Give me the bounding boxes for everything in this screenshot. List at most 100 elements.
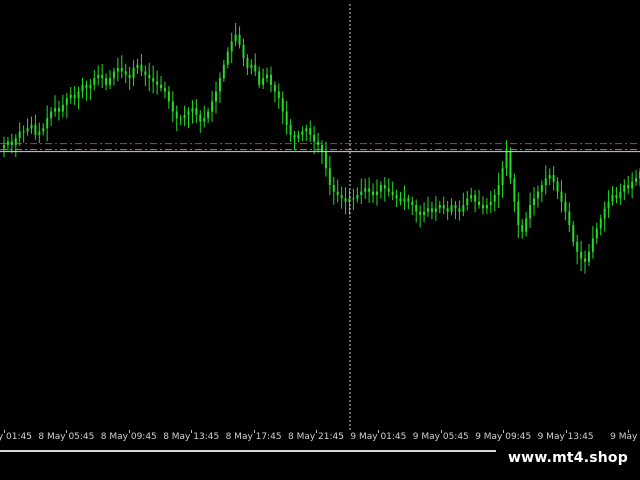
candle-body xyxy=(619,191,622,199)
candle-body xyxy=(246,58,249,69)
candle-body xyxy=(407,198,410,202)
candle-body xyxy=(266,74,269,79)
candle-body xyxy=(309,128,312,135)
candle xyxy=(305,124,308,141)
candle-body xyxy=(222,64,225,79)
candle-body xyxy=(203,118,206,122)
candle-body xyxy=(375,191,378,196)
candle-body xyxy=(124,71,127,75)
candle xyxy=(226,47,229,69)
candle xyxy=(627,175,630,194)
candle-body xyxy=(344,198,347,202)
candle-body xyxy=(552,174,555,182)
candle-body xyxy=(560,191,563,202)
candle xyxy=(352,188,355,211)
candle-body xyxy=(372,191,375,196)
candle xyxy=(591,226,594,259)
candle-body xyxy=(607,201,610,209)
candle-body xyxy=(305,128,308,132)
candle-body xyxy=(313,134,316,142)
candle xyxy=(50,106,53,126)
candle xyxy=(584,250,587,274)
candle-body xyxy=(152,78,155,82)
candle xyxy=(611,186,614,206)
candle xyxy=(199,110,202,133)
time-axis-label: 8 May 09:45 xyxy=(100,432,157,442)
candle xyxy=(156,70,159,95)
candle xyxy=(548,168,551,186)
candle xyxy=(529,192,532,228)
candle-body xyxy=(183,114,186,119)
candle xyxy=(427,196,429,217)
candle-body xyxy=(576,241,579,252)
candle xyxy=(556,177,559,199)
candle-body xyxy=(57,108,60,112)
candle-body xyxy=(179,118,182,120)
candle-body xyxy=(38,131,41,135)
price-chart[interactable] xyxy=(0,0,640,430)
candle xyxy=(615,187,618,204)
candle xyxy=(191,100,194,124)
candle xyxy=(144,65,147,86)
candle xyxy=(167,85,170,109)
candlestick-chart[interactable] xyxy=(0,0,640,430)
candle-body xyxy=(171,101,174,112)
candle-body xyxy=(242,44,245,59)
candle-body xyxy=(14,138,17,145)
candle-body xyxy=(434,208,437,212)
candle xyxy=(171,91,174,123)
candle-body xyxy=(293,134,296,139)
candle-body xyxy=(281,98,284,112)
candle-body xyxy=(427,208,429,212)
candle-body xyxy=(136,64,139,69)
candle xyxy=(46,105,49,142)
candle xyxy=(112,67,115,86)
candle xyxy=(372,183,375,203)
candle-body xyxy=(485,205,488,209)
candle xyxy=(97,65,100,86)
candle xyxy=(234,22,237,47)
candle-body xyxy=(324,151,327,169)
candle-body xyxy=(61,104,64,112)
candle xyxy=(65,93,68,119)
candle-body xyxy=(254,64,257,72)
time-axis-label: 9 May 01:45 xyxy=(350,432,407,442)
candle xyxy=(454,201,457,220)
candle-body xyxy=(109,78,111,85)
candle-body xyxy=(163,88,166,92)
candle xyxy=(493,189,496,212)
time-axis-label: 8 May 17:45 xyxy=(225,432,282,442)
candle xyxy=(30,116,33,134)
candle xyxy=(375,179,378,206)
candle xyxy=(501,161,504,198)
candle xyxy=(218,72,221,104)
candle-body xyxy=(544,178,547,185)
candle xyxy=(101,63,104,89)
candle-body xyxy=(18,131,21,139)
candle xyxy=(273,81,276,103)
candle xyxy=(560,180,563,213)
candle xyxy=(368,177,371,203)
candle-body xyxy=(289,124,292,135)
candle xyxy=(203,105,206,128)
candle xyxy=(18,122,21,146)
candle xyxy=(513,173,516,213)
candle-body xyxy=(415,205,418,212)
candle xyxy=(497,172,500,208)
candle-body xyxy=(509,151,512,179)
candle-body xyxy=(446,208,449,212)
candle xyxy=(544,165,547,195)
candle xyxy=(415,199,418,223)
candle xyxy=(301,126,304,142)
candle xyxy=(533,187,535,216)
candle xyxy=(187,107,190,129)
candle-body xyxy=(470,195,473,199)
candle xyxy=(238,26,241,49)
candle-body xyxy=(285,111,288,125)
candle xyxy=(387,178,390,197)
candle xyxy=(328,155,331,196)
candle xyxy=(6,137,9,151)
candle xyxy=(222,59,225,82)
candle xyxy=(356,187,359,203)
candle-body xyxy=(230,41,233,52)
